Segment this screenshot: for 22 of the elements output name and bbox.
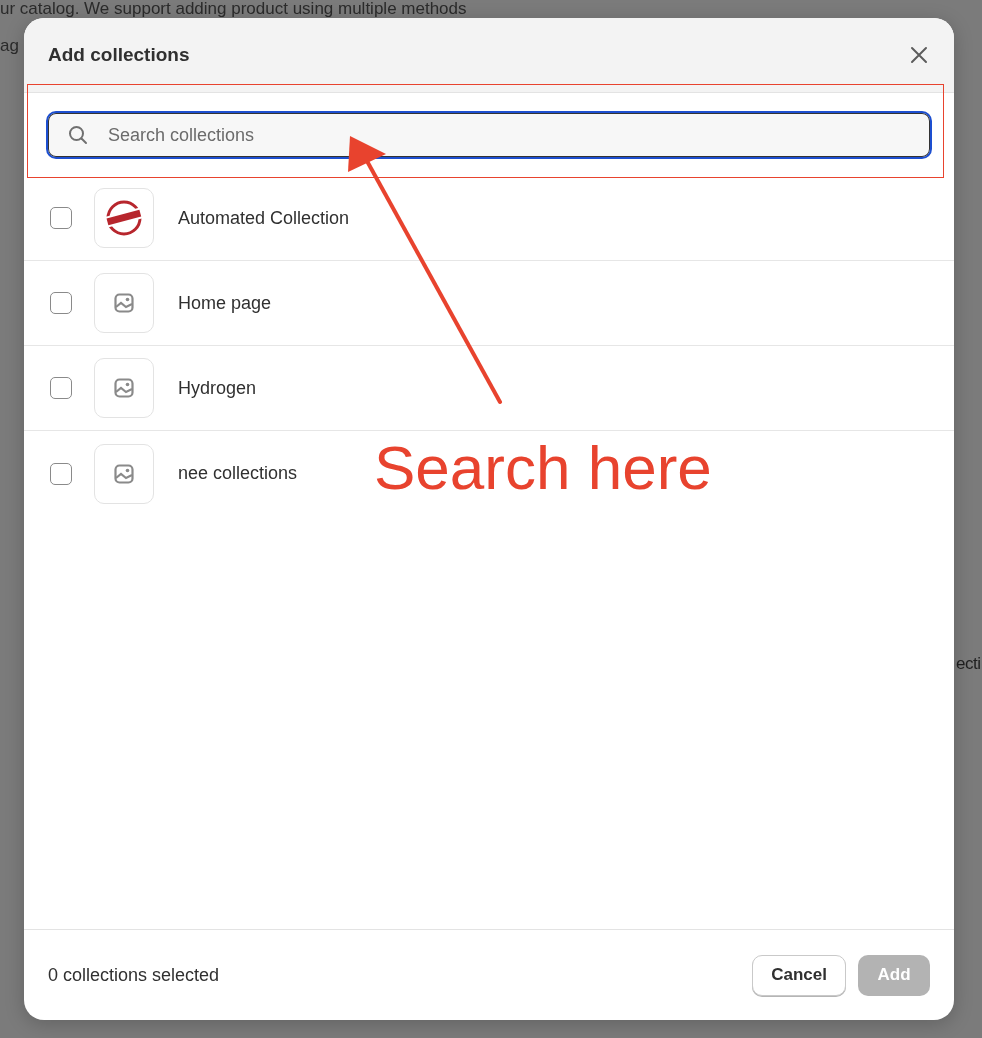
background-text: ecti [956,654,981,674]
collection-name: Home page [178,292,272,314]
search-icon [68,125,88,145]
close-button[interactable] [908,44,930,66]
background-text: ur catalog. We support adding product using multiple methods [0,0,467,17]
background-text: ag [0,37,19,54]
dialog-title: Add collections [48,44,190,66]
annotation-text: Search here [374,432,712,503]
collection-name: Automated Collection [178,207,350,229]
image-icon [114,378,134,398]
selection-count: 0 collections selected [48,964,220,986]
checkbox[interactable] [50,292,72,314]
close-icon [910,46,928,64]
image-icon [114,463,134,484]
search-field[interactable]: Search collections [46,111,932,159]
checkbox[interactable] [50,462,72,485]
checkbox[interactable] [50,377,72,399]
cancel-button[interactable]: Cancel [752,954,846,996]
checkbox[interactable] [50,207,72,229]
collection-name: nee collections [178,463,298,484]
image-icon [114,293,134,313]
collection-name: Hydrogen [178,377,257,399]
